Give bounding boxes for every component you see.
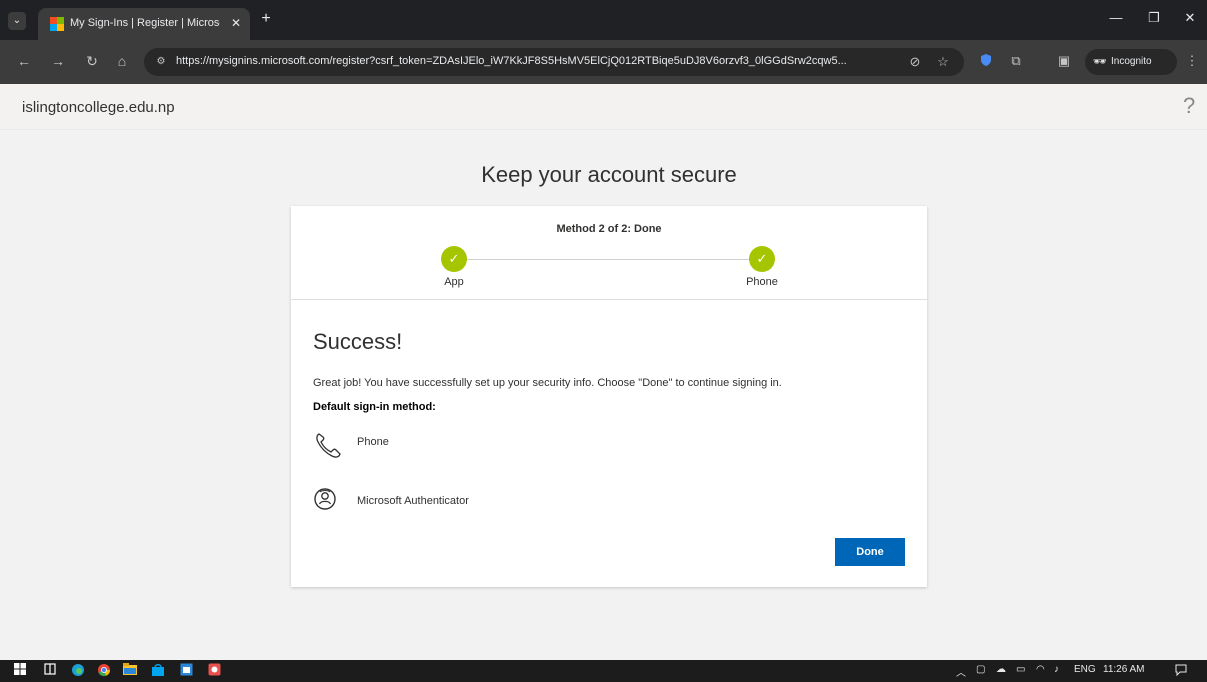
window-close-icon[interactable]: ✕: [1178, 10, 1202, 26]
step-title: Method 2 of 2: Done: [556, 223, 662, 235]
phone-icon: [316, 433, 341, 458]
task-view-icon[interactable]: [42, 663, 58, 679]
step-phone-check-icon: ✓: [749, 246, 775, 272]
step-app-check-icon: ✓: [441, 246, 467, 272]
eye-off-icon[interactable]: ⊘: [906, 54, 924, 70]
tray-app-icon[interactable]: ▢: [976, 664, 985, 675]
page-body: Keep your account secure Method 2 of 2: …: [0, 130, 1207, 660]
page-title: Keep your account secure: [481, 162, 737, 187]
url-text[interactable]: https://mysignins.microsoft.com/register…: [176, 55, 900, 67]
microsoft-logo-icon: [50, 17, 64, 31]
authenticator-icon: [314, 488, 336, 510]
tray-chevron-icon[interactable]: ︿: [956, 664, 966, 679]
security-extension-icon[interactable]: [976, 53, 996, 70]
store-icon[interactable]: [150, 663, 166, 679]
step-phone-label: Phone: [746, 276, 778, 288]
registration-card: Method 2 of 2: Done ✓ App ✓ Phone Succes…: [291, 206, 927, 587]
os-taskbar: ︿ ▢ ☁ ▭ ◠ ♪ ENG 11:26 AM: [0, 660, 1207, 682]
method-authenticator-label: Microsoft Authenticator: [357, 495, 469, 507]
browser-tab[interactable]: My Sign-Ins | Register | Microso ✕: [38, 8, 250, 40]
browser-titlebar: ⌄ My Sign-Ins | Register | Microso ✕ + —…: [0, 0, 1207, 40]
battery-icon[interactable]: ▭: [1016, 664, 1025, 675]
bookmark-star-icon[interactable]: ☆: [934, 54, 952, 70]
method-phone-label: Phone: [357, 436, 389, 448]
help-icon[interactable]: ?: [1183, 93, 1195, 119]
forward-icon[interactable]: →: [48, 53, 68, 69]
notifications-icon[interactable]: [1175, 664, 1187, 679]
windows-start-icon[interactable]: [12, 663, 28, 679]
minimize-icon[interactable]: —: [1104, 10, 1128, 25]
success-description: Great job! You have successfully set up …: [313, 377, 782, 389]
site-info-icon[interactable]: ⚙: [154, 55, 168, 69]
tab-search-button[interactable]: ⌄: [8, 12, 26, 30]
new-tab-button[interactable]: +: [258, 10, 274, 28]
file-explorer-icon[interactable]: [122, 663, 138, 679]
browser-toolbar: ← → ↻ ⌂ ⚙ https://mysignins.microsoft.co…: [0, 40, 1207, 84]
extensions-icon[interactable]: ⧉: [1006, 53, 1026, 69]
side-panel-icon[interactable]: ▣: [1054, 53, 1074, 69]
step-connector: [466, 259, 750, 260]
organization-domain: islingtoncollege.edu.np: [22, 99, 175, 116]
success-heading: Success!: [313, 329, 403, 354]
tab-close-icon[interactable]: ✕: [228, 15, 244, 31]
edge-icon[interactable]: [70, 663, 86, 679]
reload-icon[interactable]: ↻: [82, 53, 102, 70]
method-phone: Phone: [313, 430, 613, 466]
browser-menu-icon[interactable]: ⋮: [1182, 53, 1202, 69]
incognito-icon: 🕶: [1093, 56, 1107, 68]
wifi-icon[interactable]: ◠: [1036, 664, 1045, 675]
address-bar[interactable]: ⚙ https://mysignins.microsoft.com/regist…: [144, 48, 964, 76]
calendar-app-icon[interactable]: [178, 663, 194, 679]
clock[interactable]: 11:26 AM: [1103, 664, 1145, 675]
default-method-label: Default sign-in method:: [313, 401, 436, 413]
language-indicator[interactable]: ENG: [1074, 664, 1096, 675]
onedrive-icon[interactable]: ☁: [996, 664, 1006, 675]
restore-icon[interactable]: ❐: [1142, 10, 1166, 26]
back-icon[interactable]: ←: [14, 53, 34, 69]
app-icon[interactable]: [206, 663, 222, 679]
home-icon[interactable]: ⌂: [112, 53, 132, 69]
incognito-badge[interactable]: 🕶 Incognito: [1085, 49, 1177, 75]
method-authenticator: Microsoft Authenticator: [313, 484, 613, 520]
step-app-label: App: [444, 276, 464, 288]
volume-icon[interactable]: ♪: [1054, 664, 1059, 675]
done-button[interactable]: Done: [835, 538, 905, 566]
tab-title: My Sign-Ins | Register | Microso: [70, 17, 220, 29]
incognito-label: Incognito: [1111, 56, 1152, 67]
card-divider: [291, 299, 927, 300]
page-header: islingtoncollege.edu.np ?: [0, 84, 1207, 130]
chrome-icon[interactable]: [96, 663, 112, 679]
